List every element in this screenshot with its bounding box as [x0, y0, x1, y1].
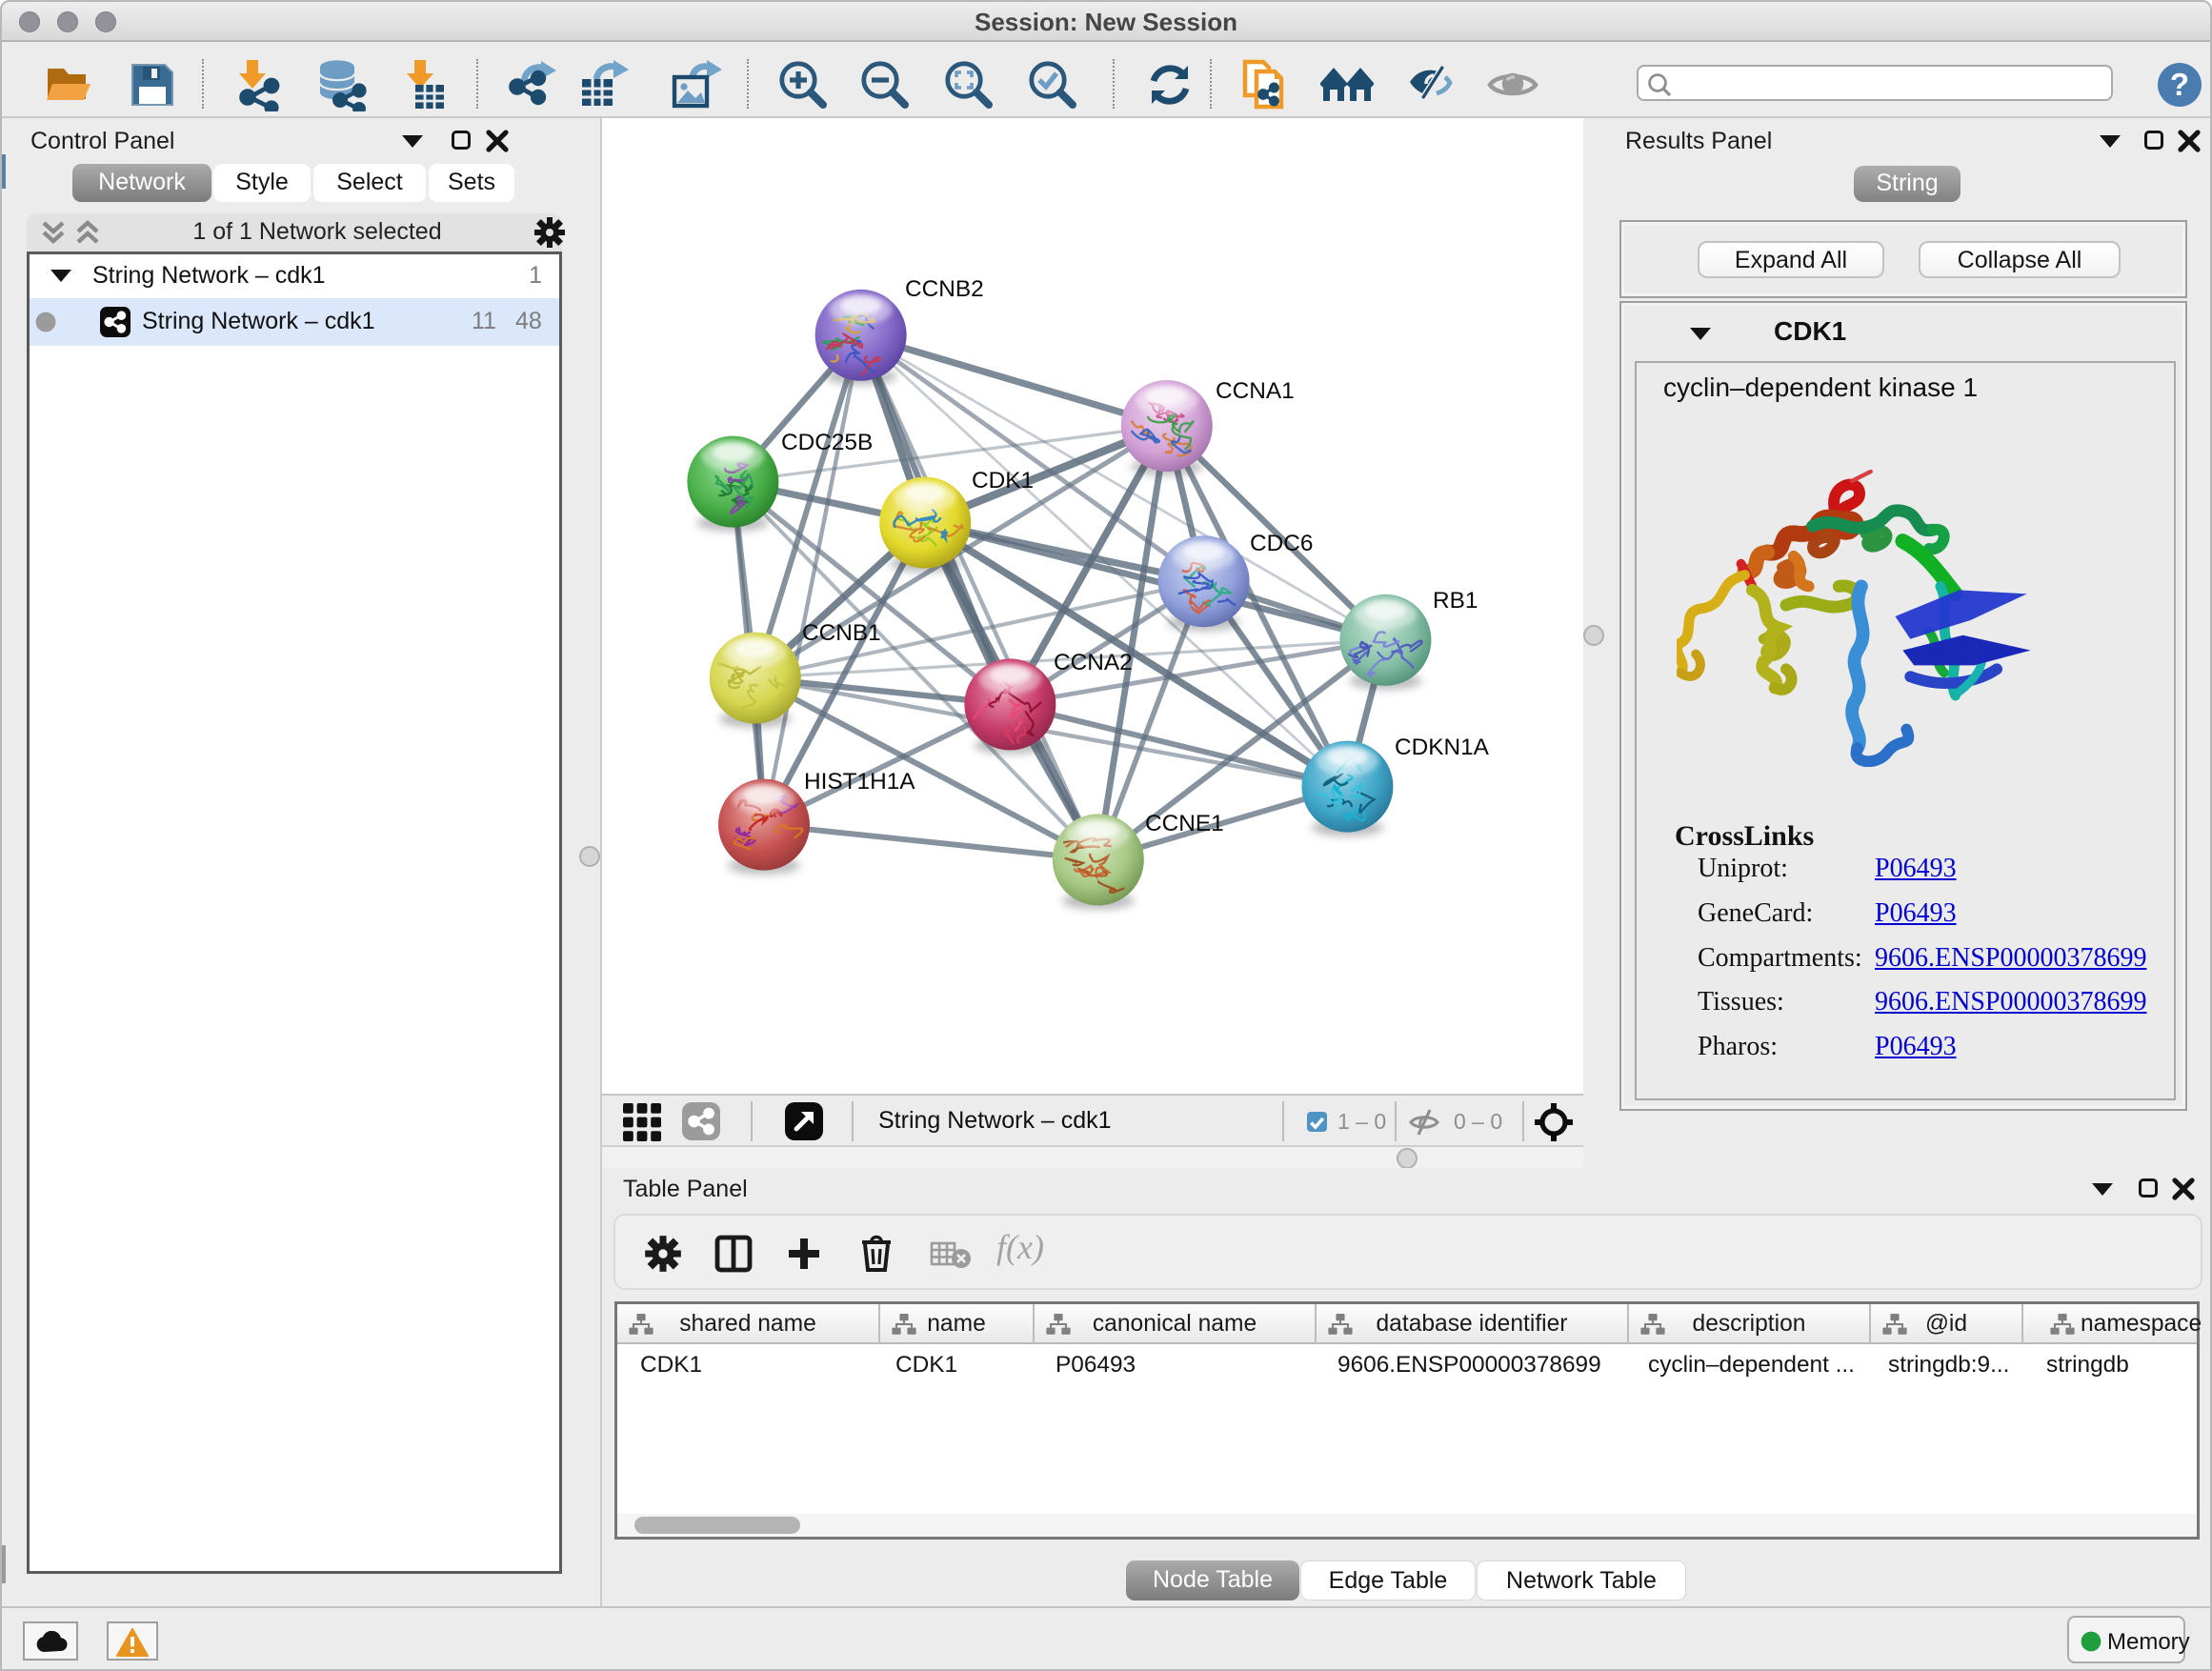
- svg-text:HIST1H1A: HIST1H1A: [804, 769, 915, 795]
- svg-text:CCNA2: CCNA2: [1054, 650, 1133, 675]
- svg-text:?: ?: [2170, 67, 2189, 102]
- svg-text:CCNA1: CCNA1: [1216, 378, 1295, 404]
- svg-text:RB1: RB1: [1433, 588, 1478, 614]
- svg-text:CDC6: CDC6: [1250, 531, 1313, 556]
- svg-text:CCNB2: CCNB2: [905, 276, 984, 302]
- svg-text:CCNB1: CCNB1: [802, 620, 881, 646]
- svg-text:CCNE1: CCNE1: [1145, 811, 1224, 836]
- svg-text:CDC25B: CDC25B: [781, 430, 873, 455]
- svg-text:CDK1: CDK1: [972, 468, 1034, 493]
- svg-text:CDKN1A: CDKN1A: [1395, 735, 1490, 760]
